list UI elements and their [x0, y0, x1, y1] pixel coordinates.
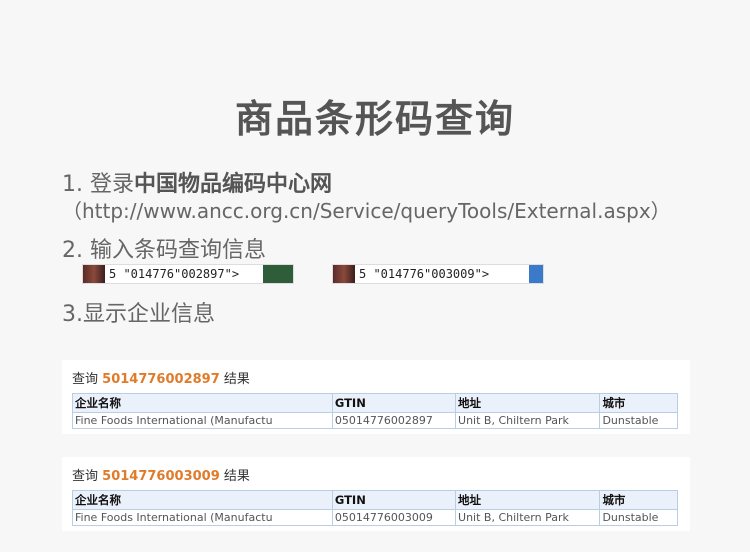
cell-gtin: 05014776003009 [331, 509, 457, 526]
page-title: 商品条形码查询 [234, 97, 515, 141]
query-result-2: 查询 5014776003009 结果 企业名称 GTIN 地址 城市 Fine… [62, 457, 690, 531]
result-table: 企业名称 GTIN 地址 城市 Fine Foods International… [72, 490, 678, 526]
query-heading: 查询 5014776003009 结果 [72, 465, 680, 484]
barcode-edge [529, 265, 543, 283]
col-company: 企业名称 [72, 490, 333, 510]
query-code: 5014776003009 [102, 469, 220, 484]
step-1-prefix: 1. 登录 [62, 172, 134, 197]
col-city: 城市 [599, 490, 678, 510]
cell-company: Fine Foods International (Manufactu [72, 412, 333, 429]
col-address: 地址 [455, 490, 601, 510]
col-company: 企业名称 [72, 393, 333, 413]
query-heading: 查询 5014776002897 结果 [72, 368, 680, 387]
query-prefix: 查询 [72, 469, 99, 484]
cell-address: Unit B, Chiltern Park [455, 509, 601, 526]
barcode-edge [263, 265, 293, 283]
barcode-image-2: 5 "014776"003009"> [332, 264, 544, 284]
query-suffix: 结果 [223, 469, 250, 484]
table-row: Fine Foods International (Manufactu 0501… [72, 412, 678, 429]
cell-city: Dunstable [599, 412, 678, 429]
col-gtin: GTIN [331, 393, 457, 413]
barcode-image-1: 5 "014776"002897"> [82, 264, 294, 284]
table-row: Fine Foods International (Manufactu 0501… [72, 509, 678, 526]
cell-gtin: 05014776002897 [331, 412, 457, 429]
col-city: 城市 [599, 393, 678, 413]
table-header-row: 企业名称 GTIN 地址 城市 [72, 490, 678, 510]
site-name: 中国物品编码中心网 [133, 172, 332, 197]
step-2: 2. 输入条码查询信息 [62, 238, 266, 263]
barcode-photo-thumb [333, 265, 355, 283]
query-result-1: 查询 5014776002897 结果 企业名称 GTIN 地址 城市 Fine… [62, 360, 690, 434]
barcode-number: 5 "014776"002897"> [109, 267, 240, 281]
query-prefix: 查询 [72, 372, 99, 387]
cell-company: Fine Foods International (Manufactu [72, 509, 333, 526]
col-gtin: GTIN [331, 490, 457, 510]
query-code: 5014776002897 [102, 372, 220, 387]
col-address: 地址 [455, 393, 601, 413]
query-suffix: 结果 [223, 372, 250, 387]
cell-address: Unit B, Chiltern Park [455, 412, 601, 429]
result-table: 企业名称 GTIN 地址 城市 Fine Foods International… [72, 393, 678, 429]
cell-city: Dunstable [599, 509, 678, 526]
step-1: 1. 登录中国物品编码中心网 [62, 166, 332, 198]
step-3: 3.显示企业信息 [62, 302, 215, 327]
site-url: （http://www.ancc.org.cn/Service/queryToo… [62, 199, 671, 223]
barcode-photo-thumb [83, 265, 105, 283]
barcode-number: 5 "014776"003009"> [359, 267, 490, 281]
table-header-row: 企业名称 GTIN 地址 城市 [72, 393, 678, 413]
